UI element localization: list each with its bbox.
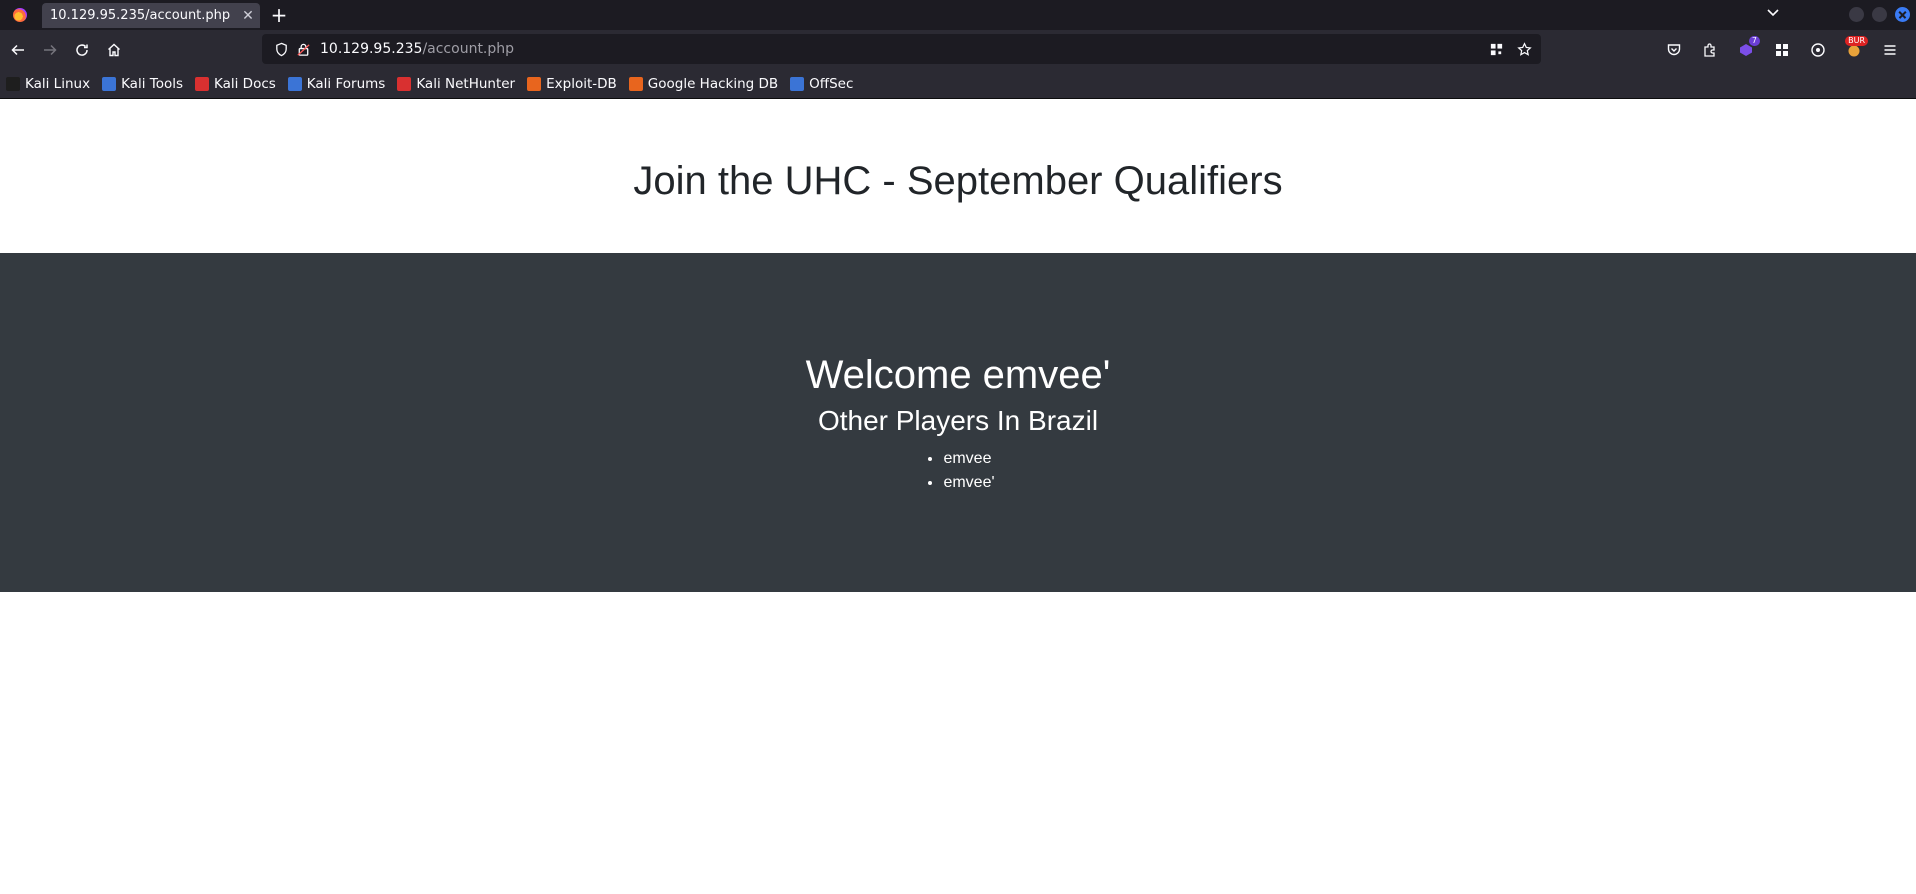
navigation-toolbar: 10.129.95.235/account.php 7 BUR: [0, 30, 1916, 70]
page-content: Join the UHC - September Qualifiers Welc…: [0, 110, 1916, 894]
extensions-puzzle-icon[interactable]: [1696, 36, 1724, 64]
reload-icon: [76, 44, 88, 56]
pocket-icon[interactable]: [1660, 36, 1688, 64]
extension-badge: 7: [1748, 36, 1760, 46]
bookmark-favicon-icon: [527, 77, 542, 91]
url-host: 10.129.95.235: [320, 41, 423, 57]
back-arrow-icon: [11, 44, 24, 56]
qr-code-icon[interactable]: [1485, 38, 1507, 60]
firefox-menu-icon[interactable]: [0, 0, 40, 30]
forward-button[interactable]: [36, 36, 64, 64]
list-item: emvee': [943, 471, 994, 495]
tab-close-icon[interactable]: ✕: [236, 8, 260, 24]
account-section: Welcome emvee' Other Players In Brazil e…: [0, 253, 1916, 592]
insecure-lock-icon[interactable]: [292, 38, 314, 60]
bookmark-label: Kali NetHunter: [416, 76, 516, 92]
new-tab-button[interactable]: +: [264, 0, 294, 30]
bookmark-favicon-icon: [6, 77, 20, 91]
bookmark-item[interactable]: Kali Forums: [287, 76, 386, 92]
burp-badge: BUR: [1845, 36, 1868, 46]
bookmark-favicon-icon: [628, 77, 643, 91]
bookmark-favicon-icon: [195, 77, 209, 91]
bookmark-item[interactable]: Kali Tools: [102, 76, 183, 92]
bookmark-favicon-icon: [287, 77, 302, 91]
burp-extension-icon[interactable]: BUR: [1840, 36, 1868, 64]
apps-grid-icon[interactable]: [1768, 36, 1796, 64]
close-window-button[interactable]: [1895, 7, 1910, 22]
back-button[interactable]: [4, 36, 32, 64]
bookmark-item[interactable]: Exploit-DB: [527, 76, 617, 92]
proxy-extension-icon[interactable]: 7: [1732, 36, 1760, 64]
shield-icon[interactable]: [270, 38, 292, 60]
bookmark-label: Kali Linux: [25, 76, 91, 92]
tab-list-chevron-icon[interactable]: [1765, 4, 1785, 24]
bookmark-item[interactable]: Google Hacking DB: [628, 76, 779, 92]
tab-strip: 10.129.95.235/account.php ✕ +: [0, 0, 1916, 30]
bookmark-favicon-icon: [102, 77, 117, 91]
home-button[interactable]: [100, 36, 128, 64]
bookmark-label: Kali Forums: [306, 76, 386, 92]
toolbar-extensions: 7 BUR: [1660, 36, 1904, 64]
url-text[interactable]: 10.129.95.235/account.php: [320, 41, 514, 57]
tab-active[interactable]: 10.129.95.235/account.php ✕: [42, 3, 260, 28]
home-icon: [108, 43, 120, 57]
bookmark-label: Kali Docs: [214, 76, 276, 92]
players-list: emveeemvee': [921, 447, 994, 495]
bookmark-label: OffSec: [809, 76, 854, 92]
firefox-logo-icon: [13, 8, 27, 22]
bookmark-item[interactable]: Kali NetHunter: [397, 76, 515, 92]
reload-button[interactable]: [68, 36, 96, 64]
bookmark-label: Kali Tools: [121, 76, 183, 92]
hero-banner: Join the UHC - September Qualifiers: [0, 110, 1916, 253]
bookmark-star-icon[interactable]: [1513, 38, 1535, 60]
url-bar[interactable]: 10.129.95.235/account.php: [262, 34, 1541, 64]
tab-title: 10.129.95.235/account.php: [50, 8, 231, 23]
bookmark-favicon-icon: [790, 77, 805, 91]
minimize-button[interactable]: [1849, 7, 1864, 22]
bookmark-favicon-icon: [397, 77, 412, 91]
window-controls: [1849, 7, 1910, 22]
maximize-button[interactable]: [1872, 7, 1887, 22]
bookmarks-toolbar: Kali Linux Kali Tools Kali Docs Kali Forums…: [0, 70, 1916, 99]
players-subheading: Other Players In Brazil: [817, 405, 1099, 436]
url-path: /account.php: [422, 41, 515, 57]
page-title: Join the UHC - September Qualifiers: [633, 159, 1283, 203]
forward-arrow-icon: [44, 44, 57, 56]
bookmark-item[interactable]: Kali Linux: [6, 76, 90, 92]
bookmark-label: Google Hacking DB: [647, 76, 779, 92]
hamburger-menu-icon[interactable]: [1876, 36, 1904, 64]
list-item: emvee: [943, 447, 994, 471]
bookmark-label: Exploit-DB: [546, 76, 617, 92]
bookmark-item[interactable]: Kali Docs: [195, 76, 276, 92]
wappalyzer-icon[interactable]: [1804, 36, 1832, 64]
bookmark-item[interactable]: OffSec: [790, 76, 853, 92]
welcome-heading: Welcome emvee': [805, 353, 1111, 397]
